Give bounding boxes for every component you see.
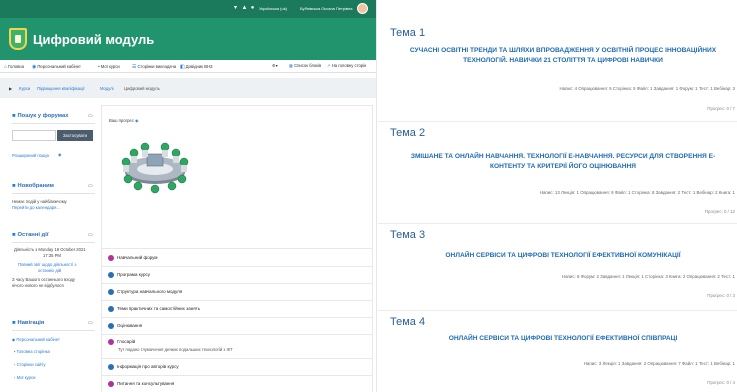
course-page-left: ▾ ▲ ● Українська (uk) Бубнівська Оксана … (0, 0, 377, 392)
section-title[interactable]: СУЧАСНІ ОСВІТНІ ТРЕНДИ ТА ШЛЯХИ ВПРОВАДЖ… (398, 46, 728, 66)
advanced-search-link[interactable]: Розширений пошук (12, 153, 49, 158)
dashboard-icon: ◉ (32, 64, 37, 70)
section-progress: Прогрес: 0 / 4 (707, 380, 735, 385)
activity-glossary[interactable]: Глосарій (108, 339, 135, 345)
section-stats: Напис: 3 Лекція: 1 Завдання: 2 Опрацюван… (583, 361, 735, 366)
full-report-link[interactable]: Повний звіт щодо діяльності з (18, 262, 76, 267)
bell-icon[interactable]: ▲ (241, 4, 248, 12)
page-icon (108, 306, 114, 312)
site-title[interactable]: Цифровий модуль (33, 32, 154, 47)
section-progress: Прогрес: 0 / 12 (704, 209, 735, 214)
nav-item-dashboard[interactable]: ◆ Персональний кабінет (12, 337, 60, 342)
section-title[interactable]: ЗМІШАНЕ ТА ОНЛАЙН НАВЧАННЯ. ТЕХНОЛОГІЇ Е… (398, 152, 728, 172)
breadcrumb-toggle-icon[interactable]: ▶ (9, 86, 12, 91)
activity-time: 17:35 PM (43, 253, 61, 258)
glossary-icon (108, 339, 114, 345)
pages-icon: ☰ (132, 64, 137, 70)
page-icon (108, 364, 114, 370)
calendar-link[interactable]: Перейти до календаря... (12, 205, 60, 210)
nav-item-site-pages[interactable]: › Сторінки сайту (14, 362, 46, 367)
section-progress: Прогрес: 0 / 7 (707, 106, 735, 111)
search-input[interactable] (12, 130, 56, 141)
no-news-text: З часу Вашого останнього входу (12, 277, 76, 282)
courses-icon: ▪ (98, 64, 100, 70)
page-icon (108, 289, 114, 295)
activity-since: Діяльність з Monday 18 October 2021 (14, 247, 86, 252)
top-bar: ▾ ▲ ● Українська (uk) Бубнівська Оксана … (0, 0, 376, 18)
upcoming-title: ■ Новобраним (12, 183, 54, 189)
activity-forum[interactable]: Навчальний форум (108, 255, 157, 261)
section-stats: Напис: 13 Лекція: 1 Опрацювання: 9 Файл:… (539, 190, 735, 195)
activity-authors[interactable]: Інформація про авторів курсу (108, 364, 179, 370)
collapse-icon[interactable]: ▭ (88, 183, 93, 189)
brand-bar: Цифровий модуль (0, 18, 376, 60)
page-icon (108, 272, 114, 278)
breadcrumb: ▶ Курси Підвищення кваліфікації Модулі Ц… (0, 78, 376, 98)
settings-icon[interactable]: ⚙▾ (272, 63, 278, 68)
nav-dashboard[interactable]: ◉Персональний кабінет (32, 64, 81, 70)
user-name[interactable]: Бубнівська Оксана Петрівна (300, 6, 352, 11)
section-stats: Напис: 4 Опрацювання: 5 Сторінка: 5 Файл… (559, 86, 735, 91)
section-title[interactable]: ОНЛАЙН СЕРВІСИ ТА ЦИФРОВІ ТЕХНОЛОГІЇ ЕФЕ… (398, 334, 728, 344)
home-page-link[interactable]: ↗ На головну сторін (327, 63, 366, 68)
nav-bar: ⌂Головна ◉Персональний кабінет ▪Мої курс… (0, 60, 376, 73)
nav-my-courses[interactable]: ▪Мої курси (98, 64, 120, 70)
no-news-text-2: нічого нового не відбулося (12, 283, 64, 288)
progress-label: Ваш прогрес ◉ (109, 118, 139, 123)
logo-icon[interactable] (9, 28, 27, 50)
section-stats: Напис: 8 Форум: 2 Завдання: 1 Лекція: 1 … (561, 274, 735, 279)
nav-item-my-courses[interactable]: › Мої курси (14, 375, 35, 380)
nav-directory[interactable]: ◧Довідник ВНЗ (180, 64, 213, 70)
meeting-illustration (121, 142, 189, 194)
section-heading: Тема 2 (390, 127, 426, 139)
forum-icon (108, 255, 114, 261)
search-forums-title: ■ Пошук у форумах (12, 113, 69, 119)
glossary-note: Тут подано тлумачення деяких подальших т… (118, 347, 233, 352)
block-icon: ■ (12, 232, 16, 238)
recent-activity-title: ■ Останні дії (12, 232, 49, 238)
breadcrumb-qualification[interactable]: Підвищення кваліфікації (37, 86, 85, 91)
section-heading: Тема 3 (390, 229, 426, 241)
collapse-icon[interactable]: ▭ (88, 320, 93, 326)
upcoming-text: Немає подій у найближчому (12, 199, 67, 204)
page-icon (108, 323, 114, 329)
section-heading: Тема 4 (390, 316, 426, 328)
collapse-icon[interactable]: ▭ (88, 113, 93, 119)
section-progress: Прогрес: 0 / 3 (707, 293, 735, 298)
help-icon[interactable]: ◉ (58, 152, 62, 157)
activity-questions[interactable]: Питання та консультування (108, 381, 174, 387)
nav-home[interactable]: ⌂Головна (4, 64, 24, 70)
menu-icon[interactable]: ▾ (232, 4, 239, 12)
block-icon: ■ (12, 183, 16, 189)
forum-icon (108, 381, 114, 387)
course-sections: Тема 1 СУЧАСНІ ОСВІТНІ ТРЕНДИ ТА ШЛЯХИ В… (378, 0, 737, 392)
language-selector[interactable]: Українська (uk) (259, 6, 287, 11)
block-icon: ■ (12, 113, 16, 119)
activity-assessment[interactable]: Оцінювання (108, 323, 142, 329)
section-title[interactable]: ОНЛАЙН СЕРВІСИ ТА ЦИФРОВІ ТЕХНОЛОГІЇ ЕФЕ… (398, 251, 728, 261)
activity-program[interactable]: Програма курсу (108, 272, 150, 278)
search-button[interactable]: Застосувати (57, 130, 93, 141)
blocks-list-link[interactable]: ▦ Список блоків (289, 63, 321, 68)
section-heading: Тема 1 (390, 27, 426, 39)
collapse-icon[interactable]: ▭ (88, 232, 93, 238)
block-icon: ■ (12, 320, 16, 326)
nav-item-home[interactable]: ▪ Головна сторінка (14, 349, 50, 354)
nav-teacher-pages[interactable]: ☰Сторінки викладача (132, 64, 176, 70)
breadcrumb-courses[interactable]: Курси (19, 86, 30, 91)
breadcrumb-modules[interactable]: Модулі (100, 86, 114, 91)
avatar[interactable] (357, 3, 368, 14)
chat-icon[interactable]: ● (249, 4, 256, 12)
home-icon: ⌂ (4, 64, 8, 70)
navigation-title: ■ Навігація (12, 320, 45, 326)
activity-structure[interactable]: Структура навчального модуля (108, 289, 182, 295)
directory-icon: ◧ (180, 64, 185, 70)
activity-topics[interactable]: Теми практичних та самостійних занять (108, 306, 200, 312)
breadcrumb-current: Цифровий модуль (124, 86, 160, 91)
full-report-link-2[interactable]: останніх дій (38, 268, 61, 273)
